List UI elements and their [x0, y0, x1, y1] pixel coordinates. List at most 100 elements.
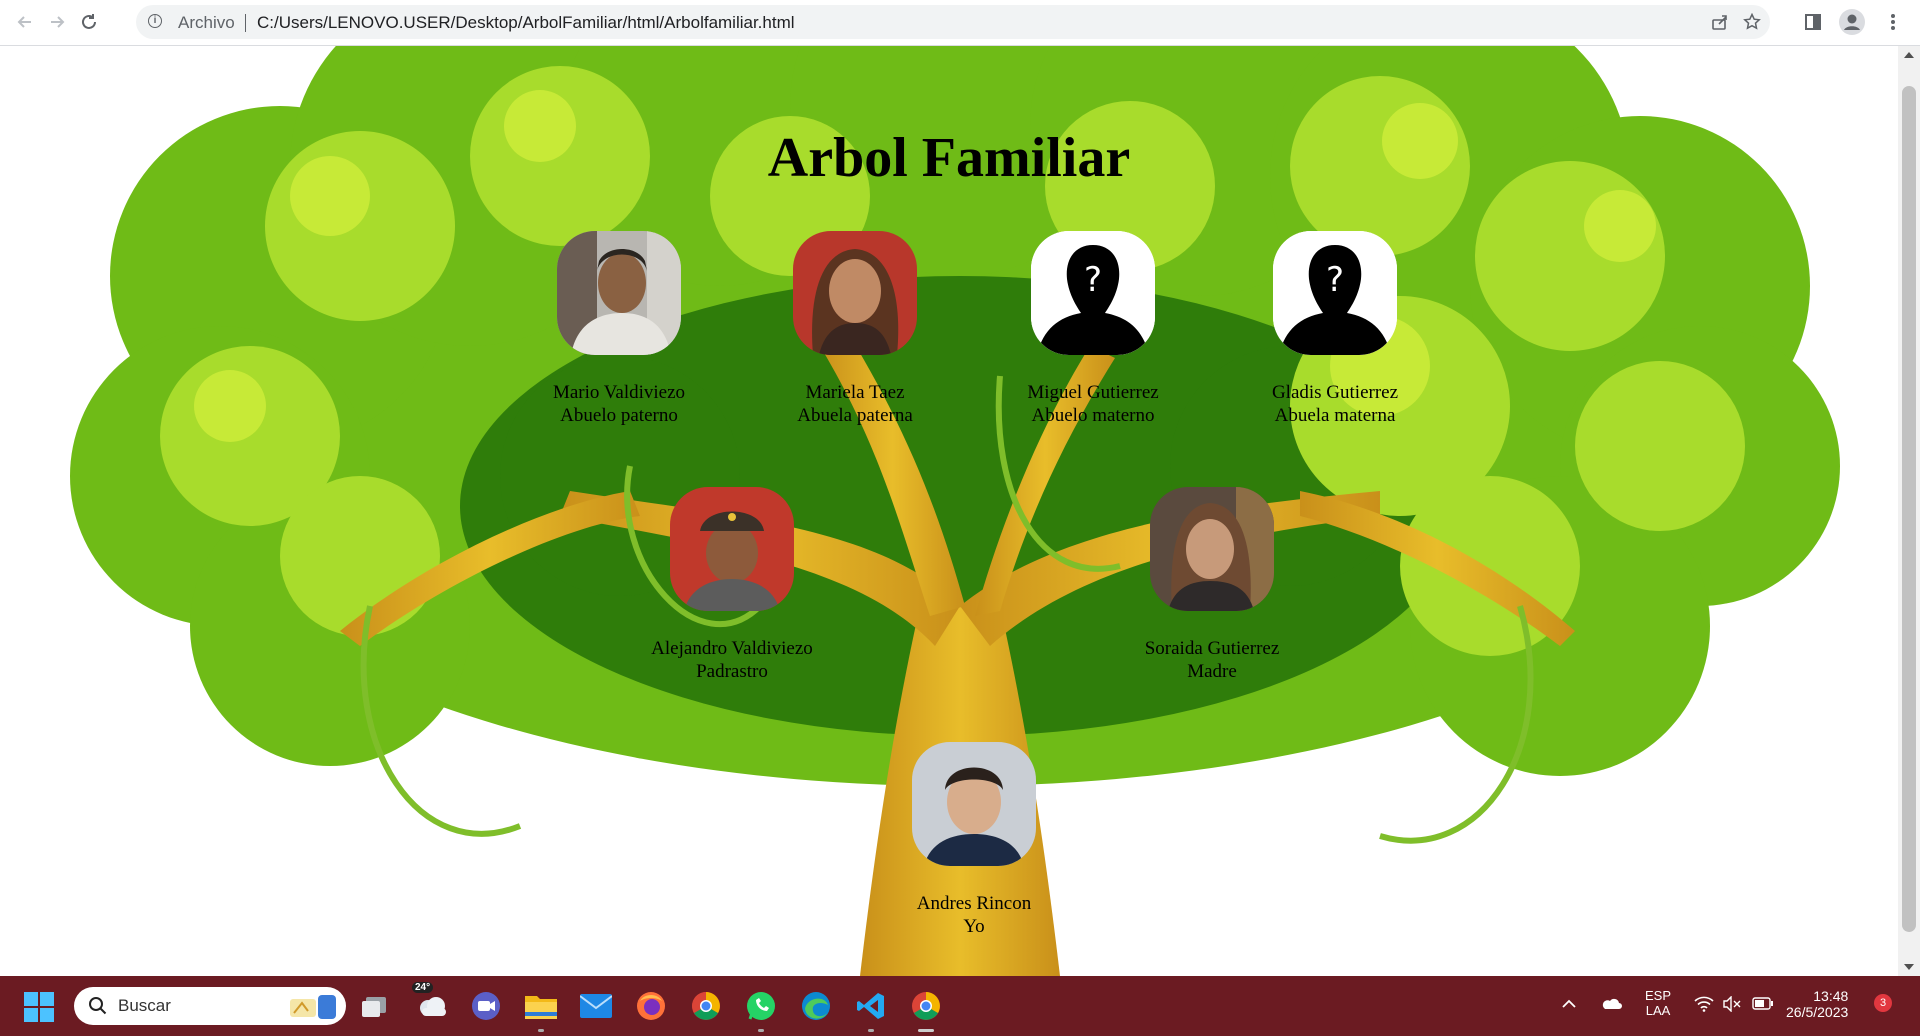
taskbar-chrome[interactable]: [688, 988, 724, 1024]
clock[interactable]: 13:48 26/5/2023: [1786, 988, 1848, 1020]
notification-badge[interactable]: 3: [1874, 994, 1892, 1012]
info-icon[interactable]: i: [148, 14, 162, 28]
person-photo: [670, 487, 794, 611]
page-title: Arbol Familiar: [767, 127, 1131, 189]
person-card-andres: Andres Rincon Yo: [844, 742, 1104, 938]
address-bar[interactable]: i Archivo C:/Users/LENOVO.USER/Desktop/A…: [136, 5, 1770, 39]
bookmark-button[interactable]: [1740, 10, 1764, 34]
battery-button[interactable]: [1752, 997, 1774, 1015]
person-card-gladis: ? Gladis Gutierrez Abuela materna: [1205, 231, 1465, 427]
start-button[interactable]: [24, 992, 54, 1022]
vertical-scrollbar[interactable]: [1898, 46, 1920, 976]
taskbar-whatsapp[interactable]: [743, 988, 779, 1032]
back-button[interactable]: [10, 8, 40, 36]
share-button[interactable]: [1708, 10, 1732, 34]
person-card-mario: Mario Valdiviezo Abuelo paterno: [489, 231, 749, 427]
divider: [245, 14, 246, 32]
taskbar-mail[interactable]: [578, 988, 614, 1024]
scroll-thumb[interactable]: [1902, 86, 1916, 932]
person-name: Miguel Gutierrez: [1027, 382, 1159, 403]
cloud-icon: [1602, 998, 1622, 1009]
side-panel-icon: [1805, 14, 1821, 30]
star-icon: [1743, 13, 1761, 30]
firefox-icon: [637, 992, 665, 1020]
person-role: Abuela materna: [1274, 405, 1396, 426]
portrait-image: [1150, 487, 1274, 611]
search-icon: [89, 997, 107, 1015]
search-placeholder[interactable]: Buscar: [118, 996, 171, 1016]
person-name: Mario Valdiviezo: [552, 382, 686, 403]
keyboard-layout: LAA: [1645, 1003, 1671, 1018]
person-role: Madre: [1187, 661, 1237, 682]
battery-icon: [1752, 997, 1773, 1010]
person-name: Andres Rincon: [916, 893, 1032, 914]
person-role: Abuela paterna: [797, 405, 913, 426]
taskbar-task-view[interactable]: [357, 988, 393, 1024]
person-name: Mariela Taez: [805, 382, 905, 403]
taskbar-search-box[interactable]: Buscar: [74, 987, 346, 1025]
person-photo: [1150, 487, 1274, 611]
taskbar-file-explorer[interactable]: [523, 988, 559, 1032]
weather-temperature: 24°: [412, 982, 434, 993]
whatsapp-icon: [747, 992, 775, 1020]
taskbar-vscode[interactable]: [853, 988, 889, 1032]
chrome-icon: [692, 992, 720, 1020]
person-role: Yo: [963, 916, 985, 937]
scroll-down-arrow-icon[interactable]: [1904, 964, 1914, 970]
person-photo: ?: [1273, 231, 1397, 355]
network-button[interactable]: [1694, 996, 1714, 1017]
person-photo: [557, 231, 681, 355]
wifi-icon: [1694, 996, 1714, 1012]
taskbar-edge[interactable]: [798, 988, 834, 1024]
clock-date: 26/5/2023: [1786, 1004, 1849, 1020]
person-photo: [912, 742, 1036, 866]
portrait-image: [670, 487, 794, 611]
volume-muted-icon: [1723, 995, 1741, 1013]
side-panel-button[interactable]: [1799, 8, 1827, 36]
volume-button[interactable]: [1722, 995, 1742, 1017]
menu-button[interactable]: [1879, 8, 1907, 36]
taskbar-firefox[interactable]: [633, 988, 669, 1024]
person-photo: [793, 231, 917, 355]
taskbar-meet[interactable]: [468, 988, 504, 1024]
person-role: Abuelo paterno: [560, 405, 678, 426]
arrow-left-icon: [17, 16, 31, 28]
chrome-icon: [912, 992, 940, 1020]
person-role: Padrastro: [696, 661, 768, 682]
chevron-up-icon: [1562, 999, 1576, 1008]
person-card-miguel: ? Miguel Gutierrez Abuelo materno: [963, 231, 1223, 427]
task-view-icon: [362, 997, 386, 1017]
person-name: Soraida Gutierrez: [1144, 638, 1280, 659]
profile-button[interactable]: [1838, 8, 1866, 36]
person-role: Abuelo materno: [1031, 405, 1155, 426]
language-indicator[interactable]: ESP LAA: [1645, 988, 1671, 1018]
person-card-soraida: Soraida Gutierrez Madre: [1082, 487, 1342, 683]
search-highlight-illustration-icon: [290, 995, 336, 1019]
reload-icon: [82, 14, 96, 29]
windows-taskbar: Buscar 24° ESP LAA 13:48 26/5/2023 3: [0, 976, 1920, 1036]
reload-button[interactable]: [74, 8, 104, 36]
folder-icon: [525, 996, 557, 1019]
url-text[interactable]: C:/Users/LENOVO.USER/Desktop/ArbolFamili…: [257, 13, 795, 33]
arrow-right-icon: [51, 16, 65, 28]
person-card-alejandro: Alejandro Valdiviezo Padrastro: [602, 487, 862, 683]
weather-cloud-icon: [420, 997, 446, 1016]
svg-text:?: ?: [1326, 260, 1344, 300]
show-hidden-icons-button[interactable]: [1562, 996, 1576, 1014]
unknown-person-silhouette-icon: ?: [1273, 231, 1397, 355]
onedrive-button[interactable]: [1600, 996, 1622, 1015]
clock-time: 13:48: [1813, 988, 1849, 1004]
taskbar-weather[interactable]: 24°: [412, 982, 450, 1024]
svg-text:?: ?: [1084, 260, 1102, 300]
person-name: Gladis Gutierrez: [1271, 382, 1399, 403]
edge-icon: [802, 992, 830, 1020]
portrait-image: [793, 231, 917, 355]
forward-button[interactable]: [42, 8, 72, 36]
scroll-up-arrow-icon[interactable]: [1904, 52, 1914, 58]
portrait-image: [557, 231, 681, 355]
browser-toolbar: i Archivo C:/Users/LENOVO.USER/Desktop/A…: [0, 0, 1920, 46]
kebab-menu-icon: [1891, 14, 1895, 30]
taskbar-chrome-active[interactable]: [908, 988, 944, 1032]
site-info-label[interactable]: Archivo: [178, 13, 235, 33]
page-viewport: Arbol Familiar Mario Valdiviezo Abuelo p…: [0, 46, 1898, 976]
